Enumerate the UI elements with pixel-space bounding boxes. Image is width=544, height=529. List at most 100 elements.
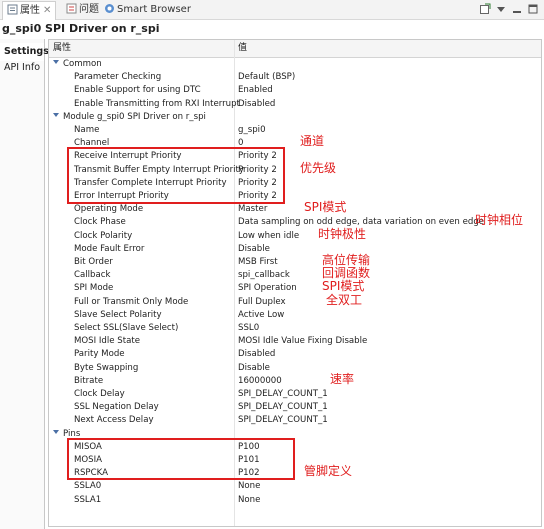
property-name: Clock Polarity xyxy=(74,230,133,241)
property-value[interactable]: Master xyxy=(238,203,267,216)
property-name: Select SSL(Slave Select) xyxy=(74,323,179,333)
page-title: g_spi0 SPI Driver on r_spi xyxy=(2,22,160,35)
property-value[interactable]: spi_callback xyxy=(238,269,290,282)
annotation-label: 回调函数 xyxy=(322,266,371,281)
property-row[interactable]: Enable Support for using DTC Enabled xyxy=(49,84,541,97)
annotation-label: SPI模式 xyxy=(304,200,347,215)
property-row[interactable]: SSLA1 None xyxy=(49,494,541,507)
property-value[interactable]: Active Low xyxy=(238,309,284,322)
menu-icon[interactable] xyxy=(495,3,507,15)
properties-icon xyxy=(7,4,18,15)
annotation-label: 通道 xyxy=(300,134,325,149)
problems-icon xyxy=(66,3,77,14)
group-row[interactable]: Module g_spi0 SPI Driver on r_spi xyxy=(49,111,541,124)
property-row[interactable]: Mode Fault Error Disable xyxy=(49,243,541,256)
property-value[interactable]: SPI_DELAY_COUNT_1 xyxy=(238,388,328,401)
tab-smart-browser[interactable]: Smart Browser xyxy=(104,2,191,17)
property-name: SPI Mode xyxy=(74,283,114,294)
property-value[interactable]: Default (BSP) xyxy=(238,71,295,84)
property-row[interactable]: Name g_spi0 xyxy=(49,124,541,137)
property-name: Mode Fault Error xyxy=(74,243,145,254)
property-row[interactable]: Clock Delay SPI_DELAY_COUNT_1 xyxy=(49,388,541,401)
chevron-down-icon[interactable] xyxy=(53,59,59,65)
property-name: Callback xyxy=(74,270,111,281)
property-value[interactable]: Disabled xyxy=(238,98,275,111)
property-row[interactable]: MOSI Idle State MOSI Idle Value Fixing Di… xyxy=(49,335,541,348)
tab-problems-label: 问题 xyxy=(79,4,99,15)
property-row[interactable]: Next Access Delay SPI_DELAY_COUNT_1 xyxy=(49,414,541,427)
tab-properties-label: 属性 xyxy=(20,5,40,16)
annotation-label: 速率 xyxy=(330,371,355,386)
property-name: Operating Mode xyxy=(74,204,144,215)
property-value[interactable]: SSL0 xyxy=(238,322,259,335)
side-tab-api-info[interactable]: API Info xyxy=(0,59,44,77)
annotation-label: SPI模式 xyxy=(322,279,365,294)
group-label: Module g_spi0 SPI Driver on r_spi xyxy=(63,111,206,122)
property-value[interactable]: Disabled xyxy=(238,348,275,361)
property-row[interactable]: SSL Negation Delay SPI_DELAY_COUNT_1 xyxy=(49,401,541,414)
property-name: Full or Transmit Only Mode xyxy=(74,296,189,307)
property-row[interactable]: Bit Order MSB First xyxy=(49,256,541,269)
new-window-icon[interactable] xyxy=(479,3,491,15)
property-value[interactable]: None xyxy=(238,494,260,507)
annotation-label: 管脚定义 xyxy=(304,464,353,479)
property-row[interactable]: Full or Transmit Only Mode Full Duplex xyxy=(49,296,541,309)
property-value[interactable]: SPI_DELAY_COUNT_1 xyxy=(238,401,328,414)
property-name: Parameter Checking xyxy=(74,72,162,83)
view-tab-bar: 属性 ✕ 问题 Smart Browser xyxy=(0,0,544,20)
property-name: Byte Swapping xyxy=(74,362,139,373)
property-row[interactable]: Clock Phase Data sampling on odd edge, da… xyxy=(49,216,541,229)
property-value[interactable]: Enabled xyxy=(238,84,273,97)
property-row[interactable]: Operating Mode Master xyxy=(49,203,541,216)
property-name: Next Access Delay xyxy=(74,415,154,426)
property-value[interactable]: None xyxy=(238,480,260,493)
chevron-down-icon[interactable] xyxy=(53,112,59,118)
group-row[interactable]: Common xyxy=(49,58,541,71)
property-name: SSL Negation Delay xyxy=(74,402,159,413)
property-name: Enable Transmitting from RXI Interrupt xyxy=(74,98,240,109)
property-value[interactable]: Disable xyxy=(238,243,270,256)
annotation-label: 全双工 xyxy=(326,292,363,307)
property-value[interactable]: Full Duplex xyxy=(238,296,286,309)
property-value[interactable]: SPI Operation xyxy=(238,282,297,295)
property-value[interactable]: Low when idle xyxy=(238,230,299,243)
property-name: SSLA1 xyxy=(74,494,102,505)
chevron-down-icon[interactable] xyxy=(53,429,59,435)
maximize-icon[interactable] xyxy=(527,3,539,15)
property-row[interactable]: SSLA0 None xyxy=(49,480,541,493)
property-name: Parity Mode xyxy=(74,349,125,360)
property-row[interactable]: Bitrate 16000000 xyxy=(49,375,541,388)
side-tab-panel: Settings API Info xyxy=(0,39,49,529)
annotation-label: 时钟极性 xyxy=(318,226,367,241)
annotation-label: 时钟相位 xyxy=(475,213,524,228)
tab-properties[interactable]: 属性 ✕ xyxy=(2,1,57,20)
column-header-property[interactable]: 属性 xyxy=(53,40,71,57)
group-header: Module g_spi0 SPI Driver on r_spi xyxy=(53,111,206,124)
property-value[interactable]: Disable xyxy=(238,362,270,375)
property-name: SSLA0 xyxy=(74,481,102,492)
property-value[interactable]: 16000000 xyxy=(238,375,282,388)
close-icon[interactable]: ✕ xyxy=(43,5,51,16)
property-value[interactable]: g_spi0 xyxy=(238,124,266,137)
property-row[interactable]: Parity Mode Disabled xyxy=(49,348,541,361)
group-label: Common xyxy=(63,59,102,69)
property-row[interactable]: Clock Polarity Low when idle xyxy=(49,230,541,243)
property-row[interactable]: Select SSL(Slave Select) SSL0 xyxy=(49,322,541,335)
minimize-icon[interactable] xyxy=(511,3,523,15)
property-name: Bitrate xyxy=(74,375,104,386)
property-row[interactable]: Enable Transmitting from RXI Interrupt Di… xyxy=(49,98,541,111)
annotation-label: 高位传输 xyxy=(322,253,371,267)
smart-browser-icon xyxy=(105,4,114,13)
property-value[interactable]: MSB First xyxy=(238,256,278,269)
property-name: Slave Select Polarity xyxy=(74,309,162,320)
property-value[interactable]: MOSI Idle Value Fixing Disable xyxy=(238,335,367,348)
property-row[interactable]: Slave Select Polarity Active Low xyxy=(49,309,541,322)
property-row[interactable]: Parameter Checking Default (BSP) xyxy=(49,71,541,84)
property-value[interactable]: SPI_DELAY_COUNT_1 xyxy=(238,414,328,427)
property-row[interactable]: SPI Mode SPI Operation xyxy=(49,282,541,295)
tab-problems[interactable]: 问题 xyxy=(66,2,99,17)
property-row[interactable]: Callback spi_callback xyxy=(49,269,541,282)
property-name: Clock Phase xyxy=(74,217,126,228)
column-header-value[interactable]: 值 xyxy=(238,40,247,57)
property-row[interactable]: Byte Swapping Disable xyxy=(49,362,541,375)
